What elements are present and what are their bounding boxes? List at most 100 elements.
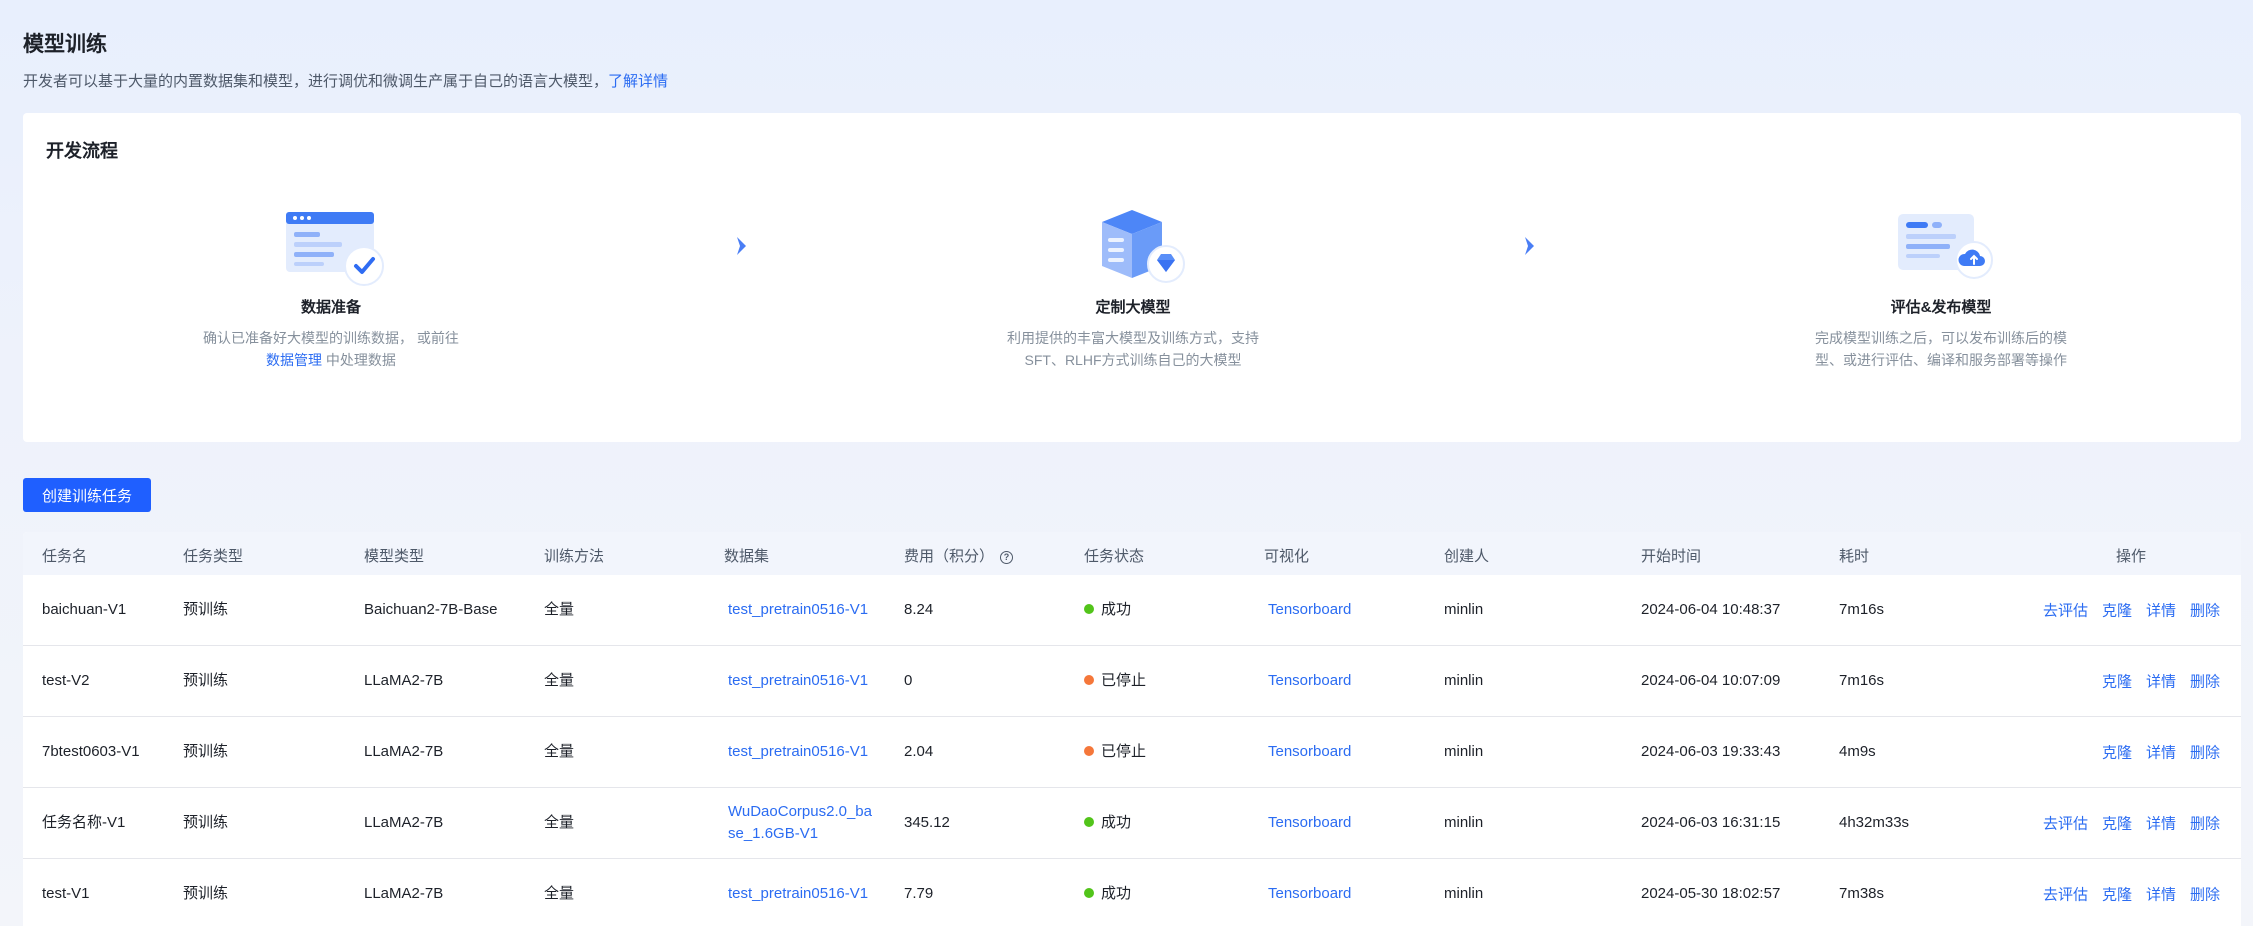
col-header-name: 任务名: [42, 548, 88, 565]
tensorboard-link[interactable]: Tensorboard: [1268, 883, 1351, 905]
cell-start-time: 2024-06-04 10:07:09: [1641, 672, 1781, 689]
table-row: baichuan-V1 预训练 Baichuan2-7B-Base 全量 test_pr…: [23, 575, 2241, 646]
custom-model-icon: [1078, 208, 1188, 288]
cell-start-time: 2024-05-30 18:02:57: [1641, 885, 1781, 902]
action-link[interactable]: 删除: [2190, 884, 2220, 905]
status-text: 成功: [1101, 885, 1132, 902]
tensorboard-link[interactable]: Tensorboard: [1268, 741, 1351, 763]
flow-step-data-prep: 数据准备 确认已准备好大模型的训练数据， 或前往 数据管理 中处理数据: [171, 208, 491, 371]
cell-cost: 345.12: [904, 814, 950, 831]
cell-cost: 7.79: [904, 885, 934, 902]
action-link[interactable]: 删除: [2190, 671, 2220, 692]
action-link[interactable]: 去评估: [2043, 813, 2088, 834]
cell-task-type: 预训练: [183, 672, 229, 689]
cell-status: 成功: [1084, 812, 1131, 834]
action-link[interactable]: 删除: [2190, 600, 2220, 621]
status-text: 成功: [1101, 814, 1132, 831]
tensorboard-link[interactable]: Tensorboard: [1268, 812, 1351, 834]
dataset-link[interactable]: test_pretrain0516-V1: [728, 741, 878, 763]
cell-duration: 7m38s: [1839, 885, 1885, 902]
action-link[interactable]: 克隆: [2102, 742, 2132, 763]
cell-creator: minlin: [1444, 814, 1484, 831]
tensorboard-link[interactable]: Tensorboard: [1268, 670, 1351, 692]
action-link[interactable]: 克隆: [2102, 600, 2132, 621]
cell-cost: 2.04: [904, 743, 934, 760]
flow-step-desc: 完成模型训练之后，可以发布训练后的模型、或进行评估、编译和服务部署等操作: [1815, 330, 2067, 368]
cell-duration: 7m16s: [1839, 672, 1885, 689]
cell-method: 全量: [544, 885, 575, 902]
col-header-creator: 创建人: [1444, 548, 1490, 565]
col-header-cost: 费用（积分）?: [904, 545, 1014, 566]
chevron-right-icon: [732, 234, 752, 258]
data-management-link[interactable]: 数据管理: [266, 352, 322, 368]
row-actions: 克隆 详情 删除: [2102, 671, 2220, 692]
col-header-task-type: 任务类型: [183, 548, 244, 565]
data-prep-icon: [276, 208, 386, 288]
cell-method: 全量: [544, 814, 575, 831]
col-header-method: 训练方法: [544, 548, 605, 565]
status-dot: [1084, 604, 1094, 614]
question-circle-icon[interactable]: ?: [1000, 551, 1014, 564]
cell-task-type: 预训练: [183, 814, 229, 831]
flow-step-title: 数据准备: [300, 299, 361, 316]
col-header-actions: 操作: [2116, 548, 2147, 565]
action-link[interactable]: 删除: [2190, 742, 2220, 763]
dataset-link[interactable]: test_pretrain0516-V1: [728, 883, 878, 905]
cell-start-time: 2024-06-03 19:33:43: [1641, 743, 1781, 760]
dev-flow-card: 开发流程 数据准备 确认已准备好大模型的训练数据， 或前往 数据管理 中处理数据: [23, 113, 2241, 442]
cell-status: 已停止: [1084, 741, 1146, 763]
tensorboard-link[interactable]: Tensorboard: [1268, 599, 1351, 621]
flow-step-custom-model: 定制大模型 利用提供的丰富大模型及训练方式，支持SFT、RLHF方式训练自己的大…: [973, 208, 1293, 371]
cell-duration: 4h32m33s: [1839, 814, 1910, 831]
create-training-task-button[interactable]: 创建训练任务: [23, 478, 151, 512]
flow-step-publish-model: 评估&发布模型 完成模型训练之后，可以发布训练后的模型、或进行评估、编译和服务部…: [1781, 208, 2101, 371]
col-header-start-time: 开始时间: [1641, 548, 1702, 565]
cell-task-name: test-V2: [42, 672, 90, 689]
cell-task-type: 预训练: [183, 601, 229, 618]
action-link[interactable]: 详情: [2146, 813, 2176, 834]
page-description-text: 开发者可以基于大量的内置数据集和模型，进行调优和微调生产属于自己的语言大模型，: [23, 73, 609, 90]
action-link[interactable]: 克隆: [2102, 671, 2132, 692]
cell-start-time: 2024-06-04 10:48:37: [1641, 601, 1781, 618]
dataset-link[interactable]: test_pretrain0516-V1: [728, 670, 878, 692]
action-link[interactable]: 克隆: [2102, 884, 2132, 905]
cell-duration: 4m9s: [1839, 743, 1876, 760]
action-link[interactable]: 克隆: [2102, 813, 2132, 834]
table-row: test-V2 预训练 LLaMA2-7B 全量 test_pretrain0516-V…: [23, 646, 2241, 717]
row-actions: 去评估 克隆 详情 删除: [2043, 813, 2220, 834]
action-link[interactable]: 删除: [2190, 813, 2220, 834]
action-link[interactable]: 详情: [2146, 884, 2176, 905]
flow-step-desc-text: 中处理数据: [322, 352, 396, 368]
status-dot: [1084, 888, 1094, 898]
flow-step-desc: 确认已准备好大模型的训练数据， 或前往 数据管理 中处理数据: [196, 327, 466, 371]
cell-duration: 7m16s: [1839, 601, 1885, 618]
cell-task-name: test-V1: [42, 885, 90, 902]
cell-creator: minlin: [1444, 743, 1484, 760]
flow-step-desc-text: 确认已准备好大模型的训练数据， 或前往: [203, 330, 459, 346]
status-text: 已停止: [1101, 672, 1147, 689]
action-link[interactable]: 详情: [2146, 742, 2176, 763]
training-task-table: 任务名 任务类型 模型类型 训练方法 数据集 费用（积分）? 任务状态 可视化 …: [23, 532, 2241, 926]
publish-model-icon: [1886, 208, 1996, 288]
cell-task-type: 预训练: [183, 885, 229, 902]
cell-cost: 0: [904, 672, 913, 689]
action-link[interactable]: 去评估: [2043, 884, 2088, 905]
action-link[interactable]: 去评估: [2043, 600, 2088, 621]
dataset-link[interactable]: WuDaoCorpus2.0_base_1.6GB-V1: [728, 801, 878, 845]
flow-step-title: 定制大模型: [1095, 299, 1171, 316]
status-dot: [1084, 675, 1094, 685]
col-header-cost-label: 费用（积分）: [904, 548, 995, 565]
cell-creator: minlin: [1444, 885, 1484, 902]
dataset-link[interactable]: test_pretrain0516-V1: [728, 599, 878, 621]
flow-step-desc: 利用提供的丰富大模型及训练方式，支持SFT、RLHF方式训练自己的大模型: [1007, 330, 1259, 368]
status-text: 成功: [1101, 601, 1132, 618]
cell-method: 全量: [544, 601, 575, 618]
cell-model-type: LLaMA2-7B: [364, 885, 444, 902]
status-dot: [1084, 746, 1094, 756]
action-link[interactable]: 详情: [2146, 671, 2176, 692]
action-link[interactable]: 详情: [2146, 600, 2176, 621]
learn-more-link[interactable]: 了解详情: [608, 73, 668, 90]
table-row: 任务名称-V1 预训练 LLaMA2-7B 全量 WuDaoCorpus2.0_base…: [23, 788, 2241, 859]
col-header-dataset: 数据集: [724, 548, 770, 565]
cell-status: 已停止: [1084, 670, 1146, 692]
